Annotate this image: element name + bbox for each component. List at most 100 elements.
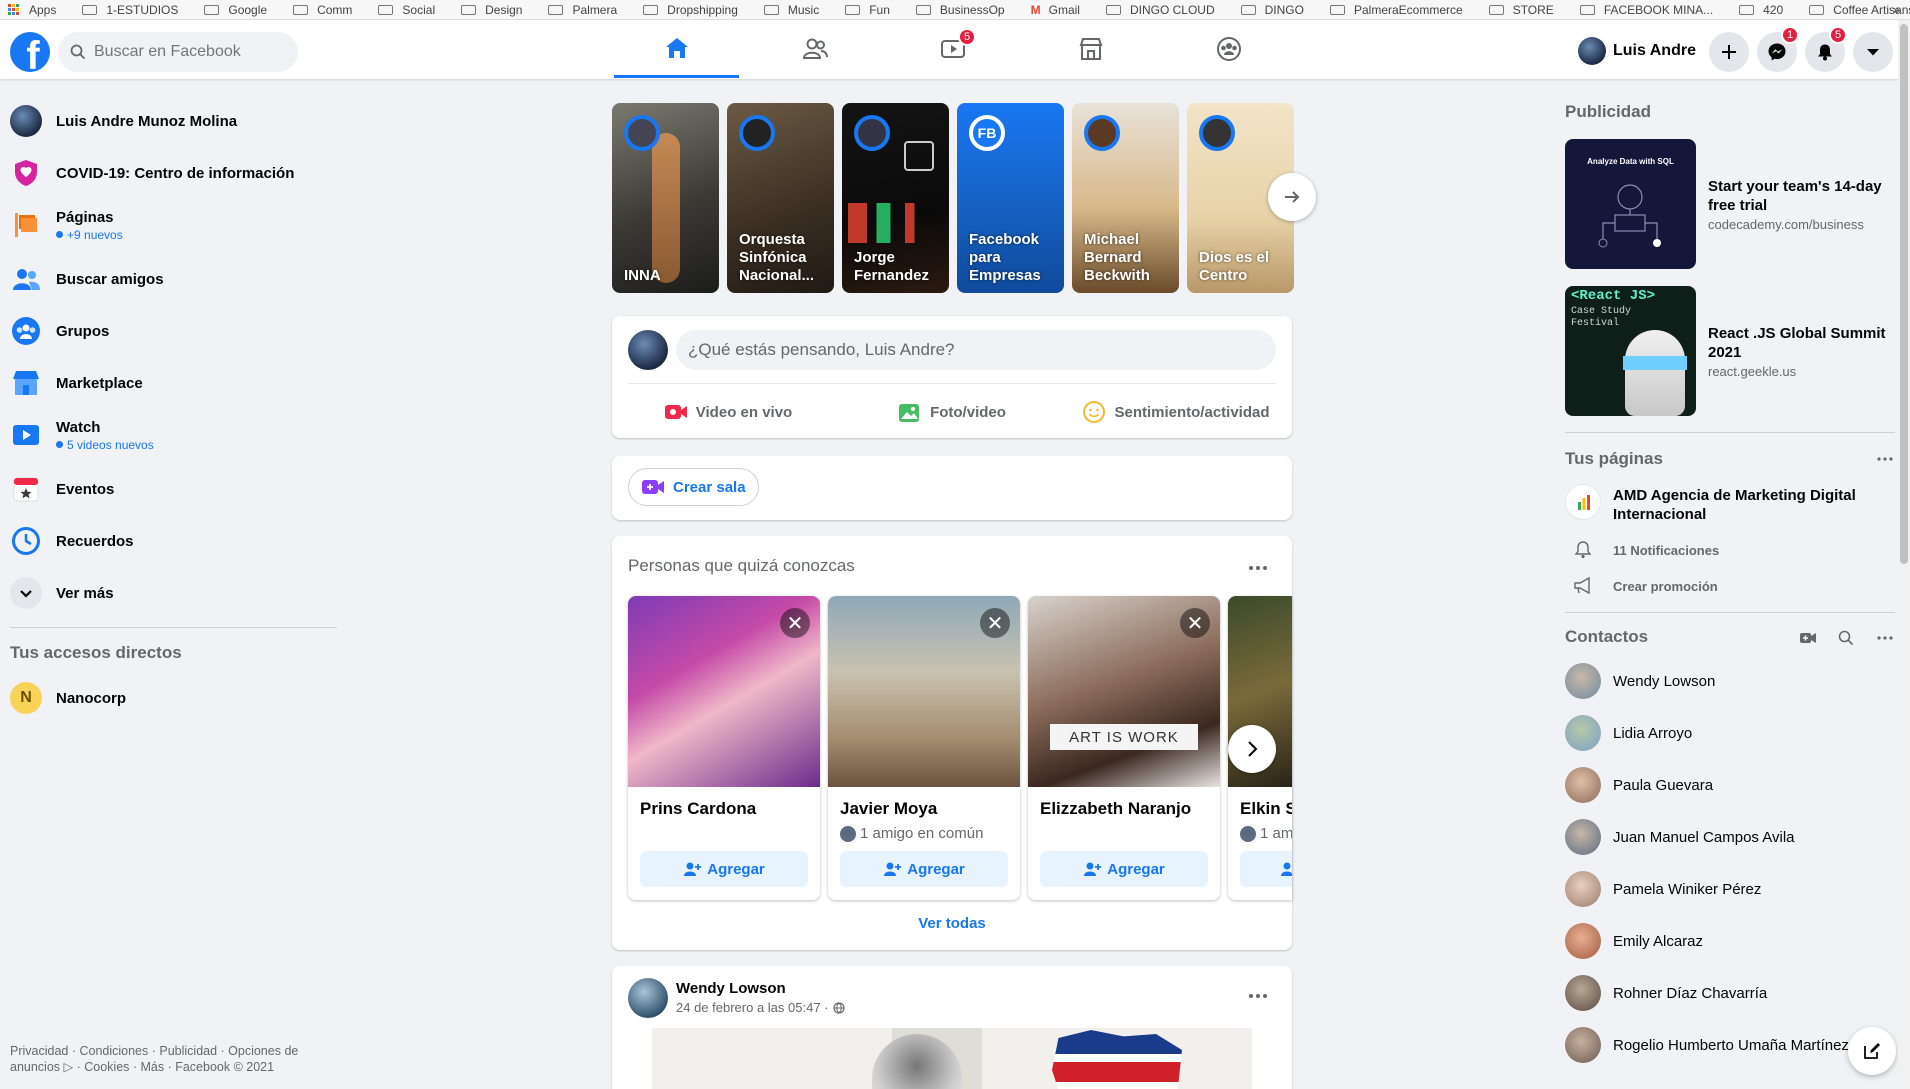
bookmark-folder[interactable]: PalmeraEcommerce — [1329, 3, 1463, 17]
pages-options-button[interactable] — [1872, 449, 1898, 469]
shortcuts-heading: Tus accesos directos — [10, 643, 182, 662]
scrollbar-thumb[interactable] — [1900, 24, 1908, 564]
story-avatar — [1199, 115, 1235, 151]
pymk-next-button[interactable] — [1228, 725, 1276, 773]
post-options-button[interactable] — [1240, 978, 1276, 1014]
add-friend-button[interactable] — [1240, 851, 1292, 887]
notifications-button[interactable]: 5 — [1805, 26, 1847, 72]
bookmark-folder[interactable]: BusinessOp — [915, 3, 1005, 17]
composer-input[interactable]: ¿Qué estás pensando, Luis Andre? — [676, 330, 1276, 370]
avatar — [1565, 715, 1601, 751]
avatar[interactable] — [628, 978, 668, 1018]
bookmark-apps[interactable]: Apps — [8, 3, 56, 17]
contact-item[interactable]: Wendy Lowson — [1565, 655, 1715, 707]
ads-heading: Publicidad — [1565, 102, 1651, 121]
page-item[interactable]: AMD Agencia de Marketing Digital Interna… — [1565, 482, 1895, 526]
bookmark-folder[interactable]: Dropshipping — [643, 3, 738, 17]
add-friend-button[interactable]: Agregar — [640, 851, 808, 887]
bookmarks-overflow-button[interactable]: » — [1893, 2, 1900, 17]
post-image[interactable] — [652, 1028, 1252, 1089]
sidebar-item-watch[interactable]: Watch 5 videos nuevos — [10, 409, 340, 461]
contact-item[interactable]: Emily Alcaraz — [1565, 915, 1703, 967]
story-card[interactable]: FB Facebook para Empresas — [957, 103, 1064, 293]
photo-video-button[interactable]: Foto/video — [844, 392, 1060, 432]
add-friend-button[interactable]: Agregar — [840, 851, 1008, 887]
contact-item[interactable]: Paula Guevara — [1565, 759, 1713, 811]
story-card[interactable]: INNA — [612, 103, 719, 293]
footer-links[interactable]: Privacidad · Condiciones · Publicidad · … — [10, 1043, 330, 1075]
sidebar-item-memories[interactable]: Recuerdos — [10, 515, 340, 567]
pymk-card[interactable]: ✕ Prins Cardona Agregar — [628, 596, 820, 900]
story-card[interactable]: Jorge Fernandez — [842, 103, 949, 293]
sidebar-item-marketplace[interactable]: Marketplace — [10, 357, 340, 409]
bookmark-folder[interactable]: Music — [763, 3, 819, 17]
live-video-button[interactable]: Video en vivo — [620, 392, 836, 432]
add-friend-button[interactable]: Agregar — [1040, 851, 1208, 887]
page-notifications-link[interactable]: 11 Notificaciones — [1565, 538, 1719, 562]
contacts-options-button[interactable] — [1872, 628, 1898, 648]
story-card[interactable]: Michael Bernard Beckwith — [1072, 103, 1179, 293]
bookmark-folder[interactable]: STORE — [1488, 3, 1554, 17]
bookmark-folder[interactable]: DINGO — [1240, 3, 1304, 17]
tab-groups[interactable] — [1166, 20, 1291, 78]
bookmark-folder[interactable]: FACEBOOK MINA... — [1579, 3, 1713, 17]
tab-watch[interactable]: 5 — [890, 20, 1015, 78]
account-menu-button[interactable] — [1853, 32, 1893, 72]
new-message-button[interactable] — [1848, 1027, 1896, 1075]
right-divider — [1565, 612, 1895, 613]
new-room-button[interactable] — [1796, 628, 1820, 648]
bookmark-folder[interactable]: Fun — [845, 3, 890, 17]
sidebar-item-groups[interactable]: Grupos — [10, 305, 340, 357]
sidebar-item-events[interactable]: Eventos — [10, 463, 340, 515]
see-all-link[interactable]: Ver todas — [612, 915, 1292, 932]
story-avatar — [1084, 115, 1120, 151]
contact-item[interactable]: Lidia Arroyo — [1565, 707, 1692, 759]
bookmark-folder[interactable]: Google — [204, 3, 267, 17]
facebook-logo[interactable]: f — [10, 32, 50, 72]
close-button[interactable]: ✕ — [980, 608, 1010, 638]
bookmark-gmail[interactable]: M Gmail — [1031, 3, 1080, 17]
bookmark-folder[interactable]: Palmera — [548, 3, 617, 17]
tab-home[interactable] — [614, 20, 739, 78]
pymk-card[interactable]: ART IS WORK ✕ Elizzabeth Naranjo Agregar — [1028, 596, 1220, 900]
close-button[interactable]: ✕ — [1180, 608, 1210, 638]
bookmark-folder[interactable]: DINGO CLOUD — [1105, 3, 1215, 17]
bookmark-folder[interactable]: 1-ESTUDIOS — [82, 3, 178, 17]
feeling-activity-button[interactable]: Sentimiento/actividad — [1068, 392, 1284, 432]
bookmark-folder[interactable]: Social — [378, 3, 435, 17]
sidebar-item-pages[interactable]: Páginas +9 nuevos — [10, 199, 340, 251]
sidebar-item-find-friends[interactable]: Buscar amigos — [10, 253, 340, 305]
contact-item[interactable]: Juan Manuel Campos Avila — [1565, 811, 1795, 863]
create-button[interactable] — [1709, 32, 1749, 72]
search-input[interactable] — [94, 43, 284, 61]
messenger-button[interactable]: 1 — [1757, 26, 1799, 72]
sidebar-item-see-more[interactable]: Ver más — [10, 567, 340, 619]
profile-shortcut[interactable]: Luis Andre — [1578, 34, 1706, 68]
ad-item[interactable]: Analyze Data with SQL Start your team's … — [1565, 139, 1895, 269]
tab-friends[interactable] — [752, 20, 877, 78]
post-author[interactable]: Wendy Lowson — [676, 980, 786, 997]
create-promotion-link[interactable]: Crear promoción — [1565, 574, 1718, 598]
create-room-button[interactable]: Crear sala — [628, 468, 759, 506]
stories-next-button[interactable] — [1268, 173, 1316, 221]
search-contacts-button[interactable] — [1834, 628, 1858, 648]
search-box[interactable] — [58, 32, 298, 72]
bookmark-folder[interactable]: 420 — [1739, 3, 1783, 17]
pymk-card[interactable]: ✕ Javier Moya 1 amigo en común Agregar — [828, 596, 1020, 900]
story-card[interactable]: Orquesta Sinfónica Nacional... — [727, 103, 834, 293]
scrollbar[interactable] — [1898, 20, 1910, 1089]
search-icon — [70, 44, 86, 60]
bookmark-folder[interactable]: Design — [461, 3, 522, 17]
sidebar-item-profile[interactable]: Luis Andre Munoz Molina — [10, 95, 340, 147]
shortcut-nanocorp[interactable]: N Nanocorp — [10, 672, 340, 724]
contact-item[interactable]: Rohner Díaz Chavarría — [1565, 967, 1767, 1019]
close-button[interactable]: ✕ — [780, 608, 810, 638]
more-options-button[interactable] — [1240, 550, 1276, 586]
marketplace-icon — [1079, 38, 1102, 60]
contact-item[interactable]: Pamela Winiker Pérez — [1565, 863, 1761, 915]
ad-item[interactable]: <React JS> Case Study Festival React .JS… — [1565, 286, 1895, 416]
bookmark-folder[interactable]: Comm — [293, 3, 352, 17]
tab-marketplace[interactable] — [1028, 20, 1153, 78]
sidebar-item-covid[interactable]: COVID-19: Centro de información — [10, 147, 340, 199]
contact-item[interactable]: Rogelio Humberto Umaña Martínez — [1565, 1019, 1849, 1071]
